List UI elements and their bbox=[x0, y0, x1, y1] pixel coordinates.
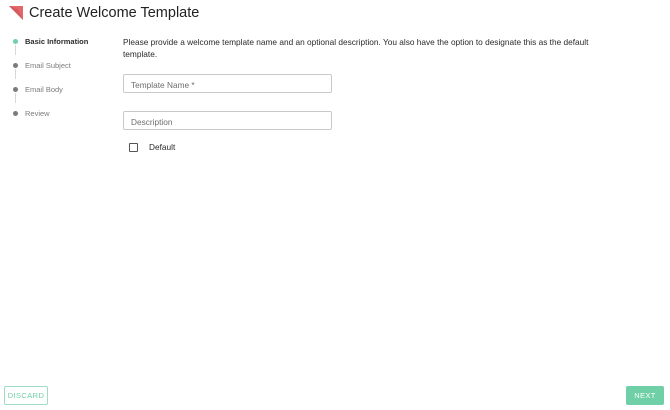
default-checkbox[interactable] bbox=[129, 142, 138, 152]
template-name-field bbox=[123, 74, 332, 94]
header: Create Welcome Template bbox=[9, 3, 199, 23]
basic-information-form: Please provide a welcome template name a… bbox=[123, 36, 623, 152]
description-input[interactable] bbox=[124, 113, 331, 131]
step-dot-icon bbox=[13, 62, 18, 68]
step-label: Email Body bbox=[25, 84, 63, 94]
step-label: Email Subject bbox=[25, 60, 71, 70]
next-button[interactable]: NEXT bbox=[626, 386, 664, 405]
step-email-subject[interactable]: Email Subject bbox=[10, 53, 120, 79]
step-label: Basic Information bbox=[25, 36, 89, 46]
template-name-input[interactable] bbox=[124, 76, 331, 94]
stepper: Basic Information Email Subject Email Bo… bbox=[10, 29, 120, 125]
step-basic-information[interactable]: Basic Information bbox=[10, 29, 120, 55]
create-welcome-template-page: Create Welcome Template Basic Informatio… bbox=[0, 0, 670, 410]
logo-icon bbox=[9, 6, 23, 20]
step-review[interactable]: Review bbox=[10, 101, 120, 125]
step-dot-icon bbox=[13, 38, 18, 44]
step-dot-icon bbox=[13, 86, 18, 92]
default-checkbox-label: Default bbox=[149, 142, 176, 152]
step-label: Review bbox=[25, 108, 50, 118]
discard-button[interactable]: DISCARD bbox=[4, 386, 48, 405]
step-email-body[interactable]: Email Body bbox=[10, 77, 120, 103]
default-checkbox-row[interactable]: Default bbox=[129, 142, 175, 152]
step-dot-icon bbox=[13, 110, 18, 116]
page-title: Create Welcome Template bbox=[29, 5, 200, 21]
form-instructions: Please provide a welcome template name a… bbox=[123, 37, 589, 59]
description-field bbox=[123, 111, 332, 131]
